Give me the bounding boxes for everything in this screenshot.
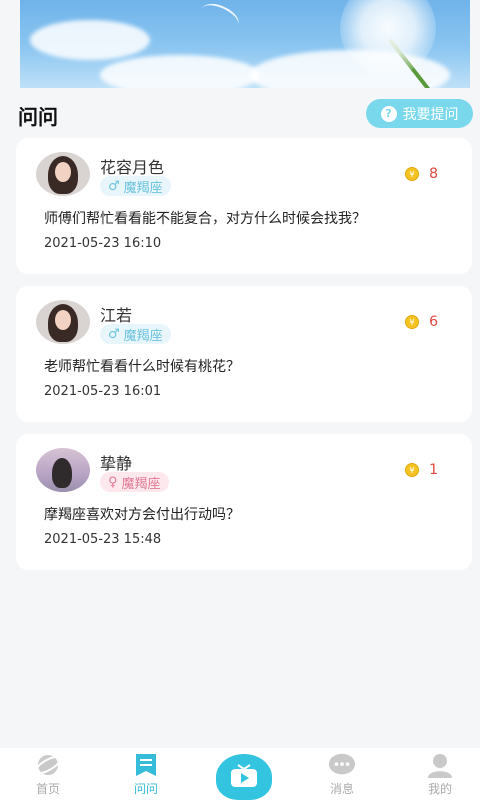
question-time: 2021-05-23 15:48 (44, 532, 162, 547)
tab-messages-label: 消息 (329, 782, 354, 796)
user-name: 江若 (100, 306, 133, 325)
question-card[interactable]: 江若 ♂ 魔羯座 ¥ 6 老师帮忙看看什么时候有桃花？ 2021-05-23 1… (16, 286, 472, 422)
reward-coins: ¥ 1 (405, 462, 438, 478)
question-text: 摩羯座喜欢对方会付出行动吗？ (44, 507, 240, 523)
ask-question-button[interactable]: ? 我要提问 (366, 99, 473, 128)
male-icon: ♂ (108, 326, 120, 342)
planet-icon (34, 752, 62, 778)
zodiac-tag: ♀ 魔羯座 (100, 472, 169, 492)
live-video-button[interactable] (216, 754, 272, 800)
tab-ask[interactable]: 问问 (106, 748, 186, 800)
tab-home[interactable]: 首页 (8, 748, 88, 800)
coin-count: 1 (429, 462, 438, 478)
question-text: 师傅们帮忙看看能不能复合，对方什么时候会找我？ (44, 211, 366, 227)
zodiac-tag: ♂ 魔羯座 (100, 324, 171, 344)
banner-image[interactable] (20, 0, 470, 88)
question-card[interactable]: 花容月色 ♂ 魔羯座 ¥ 8 师傅们帮忙看看能不能复合，对方什么时候会找我？ 2… (16, 138, 472, 274)
tab-home-label: 首页 (35, 782, 60, 796)
zodiac-label: 魔羯座 (123, 180, 163, 196)
tab-messages[interactable]: 消息 (302, 748, 382, 800)
tv-play-icon (231, 764, 257, 787)
tab-mine-label: 我的 (427, 782, 452, 796)
tab-mine[interactable]: 我的 (400, 748, 480, 800)
tab-ask-label: 问问 (133, 782, 158, 796)
zodiac-tag: ♂ 魔羯座 (100, 176, 171, 196)
chat-bubble-icon (328, 752, 356, 778)
cloud-decoration (30, 20, 150, 60)
user-name: 挚静 (100, 454, 133, 473)
question-icon: ? (380, 105, 397, 122)
user-icon (426, 752, 454, 778)
ask-question-label: 我要提问 (402, 106, 459, 123)
female-icon: ♀ (108, 474, 118, 490)
dandelion-seed-decoration (197, 0, 243, 36)
coin-icon: ¥ (405, 167, 420, 181)
reward-coins: ¥ 6 (405, 314, 438, 330)
coin-count: 8 (429, 166, 438, 182)
question-card[interactable]: 挚静 ♀ 魔羯座 ¥ 1 摩羯座喜欢对方会付出行动吗？ 2021-05-23 1… (16, 434, 472, 570)
question-time: 2021-05-23 16:10 (44, 236, 162, 251)
cloud-decoration (100, 55, 260, 88)
zodiac-label: 魔羯座 (121, 476, 161, 492)
zodiac-label: 魔羯座 (123, 328, 163, 344)
bookmark-list-icon (132, 752, 160, 778)
avatar[interactable] (36, 152, 90, 196)
avatar[interactable] (36, 300, 90, 344)
avatar[interactable] (36, 448, 90, 492)
coin-icon: ¥ (405, 315, 420, 329)
page-title: 问问 (18, 105, 58, 129)
coin-count: 6 (429, 314, 438, 330)
male-icon: ♂ (108, 178, 120, 194)
question-time: 2021-05-23 16:01 (44, 384, 162, 399)
user-name: 花容月色 (100, 158, 165, 177)
question-text: 老师帮忙看看什么时候有桃花？ (44, 359, 240, 375)
coin-icon: ¥ (405, 463, 420, 477)
reward-coins: ¥ 8 (405, 166, 438, 182)
